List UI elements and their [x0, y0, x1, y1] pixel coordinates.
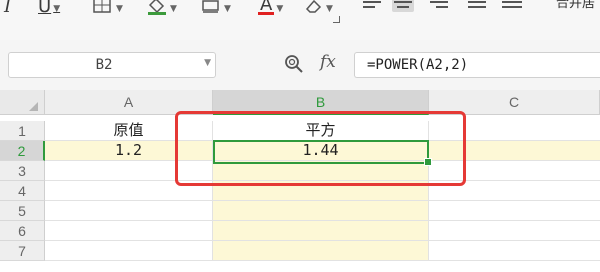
- cell-a1[interactable]: 原值: [45, 121, 213, 141]
- row-header[interactable]: 6: [0, 221, 45, 241]
- table-row: 7: [0, 241, 600, 261]
- zoom-icon[interactable]: [283, 53, 305, 75]
- cell-c7[interactable]: [429, 241, 600, 261]
- table-row: 2 1.2 1.44: [0, 141, 600, 161]
- cell-b3[interactable]: [213, 161, 429, 181]
- chevron-down-icon[interactable]: ▼: [204, 58, 211, 68]
- clear-icon: [305, 0, 322, 13]
- table-row: 5: [0, 201, 600, 221]
- chevron-down-icon[interactable]: ▼: [170, 4, 177, 14]
- row-header[interactable]: 2: [0, 141, 45, 161]
- table-row: 4: [0, 181, 600, 201]
- table-row: 6: [0, 221, 600, 241]
- italic-button[interactable]: I: [4, 0, 11, 18]
- eraser-icon: [202, 0, 219, 13]
- row-header[interactable]: 4: [0, 181, 45, 201]
- formula-text: =POWER(A2,2): [367, 57, 469, 73]
- formula-bar: B2 ▼ fx =POWER(A2,2): [0, 40, 600, 90]
- cell-b7[interactable]: [213, 241, 429, 261]
- cell-b2[interactable]: 1.44: [213, 141, 429, 161]
- cell-c6[interactable]: [429, 221, 600, 241]
- paint-bucket-icon: [148, 0, 166, 15]
- formula-input[interactable]: =POWER(A2,2): [354, 52, 600, 78]
- column-header-c[interactable]: C: [429, 90, 600, 115]
- distribute-button[interactable]: [468, 0, 490, 12]
- align-right-button[interactable]: [430, 0, 452, 12]
- chevron-down-icon[interactable]: ▼: [116, 4, 123, 14]
- cell-a5[interactable]: [45, 201, 213, 221]
- select-all-corner[interactable]: [0, 90, 45, 115]
- table-row: 1 原值 平方: [0, 121, 600, 141]
- row-header[interactable]: 3: [0, 161, 45, 181]
- chevron-down-icon[interactable]: ▼: [276, 4, 283, 14]
- cell-a6[interactable]: [45, 221, 213, 241]
- chevron-down-icon[interactable]: ▼: [53, 4, 60, 14]
- ribbon-toolbar: I U ▼ ▼ ▼ ▼ A ▼ ▼ 合并居: [0, 0, 600, 40]
- cell-c3[interactable]: [429, 161, 600, 181]
- cell-b5[interactable]: [213, 201, 429, 221]
- borders-button[interactable]: ▼: [92, 0, 123, 18]
- cell-b1[interactable]: 平方: [213, 121, 429, 141]
- cell-a7[interactable]: [45, 241, 213, 261]
- name-box[interactable]: B2 ▼: [8, 52, 216, 78]
- chevron-down-icon[interactable]: ▼: [326, 4, 333, 14]
- cell-style-button[interactable]: ▼: [200, 0, 231, 18]
- cell-a3[interactable]: [45, 161, 213, 181]
- dialog-launcher-icon[interactable]: [333, 16, 340, 23]
- table-row: 3: [0, 161, 600, 181]
- row-header[interactable]: 5: [0, 201, 45, 221]
- fill-color-button[interactable]: ▼: [146, 0, 177, 18]
- align-left-button[interactable]: [363, 0, 385, 12]
- font-color-button[interactable]: A ▼: [258, 0, 283, 18]
- column-header-b[interactable]: B: [213, 90, 429, 115]
- cell-c1[interactable]: [429, 121, 600, 141]
- row-header[interactable]: 7: [0, 241, 45, 261]
- merge-center-button[interactable]: 合并居: [556, 0, 595, 11]
- fill-handle[interactable]: [424, 158, 432, 166]
- cell-a2[interactable]: 1.2: [45, 141, 213, 161]
- fx-icon[interactable]: fx: [320, 52, 336, 72]
- cell-b4[interactable]: [213, 181, 429, 201]
- cell-b6[interactable]: [213, 221, 429, 241]
- cell-c4[interactable]: [429, 181, 600, 201]
- chevron-down-icon[interactable]: ▼: [224, 4, 231, 14]
- cell-c5[interactable]: [429, 201, 600, 221]
- clear-format-button[interactable]: ▼: [302, 0, 333, 18]
- column-header-a[interactable]: A: [45, 90, 213, 115]
- name-box-value: B2: [95, 57, 113, 73]
- underline-button[interactable]: U ▼: [38, 0, 60, 18]
- spreadsheet-grid: A B C 1 原值 平方 2 1.2 1.44 3 4 5 6 7: [0, 90, 600, 272]
- cell-c2[interactable]: [429, 141, 600, 161]
- cell-a4[interactable]: [45, 181, 213, 201]
- justify-button[interactable]: [502, 0, 524, 12]
- row-header[interactable]: 1: [0, 121, 45, 141]
- borders-icon: [93, 0, 111, 13]
- align-center-button[interactable]: [392, 0, 414, 12]
